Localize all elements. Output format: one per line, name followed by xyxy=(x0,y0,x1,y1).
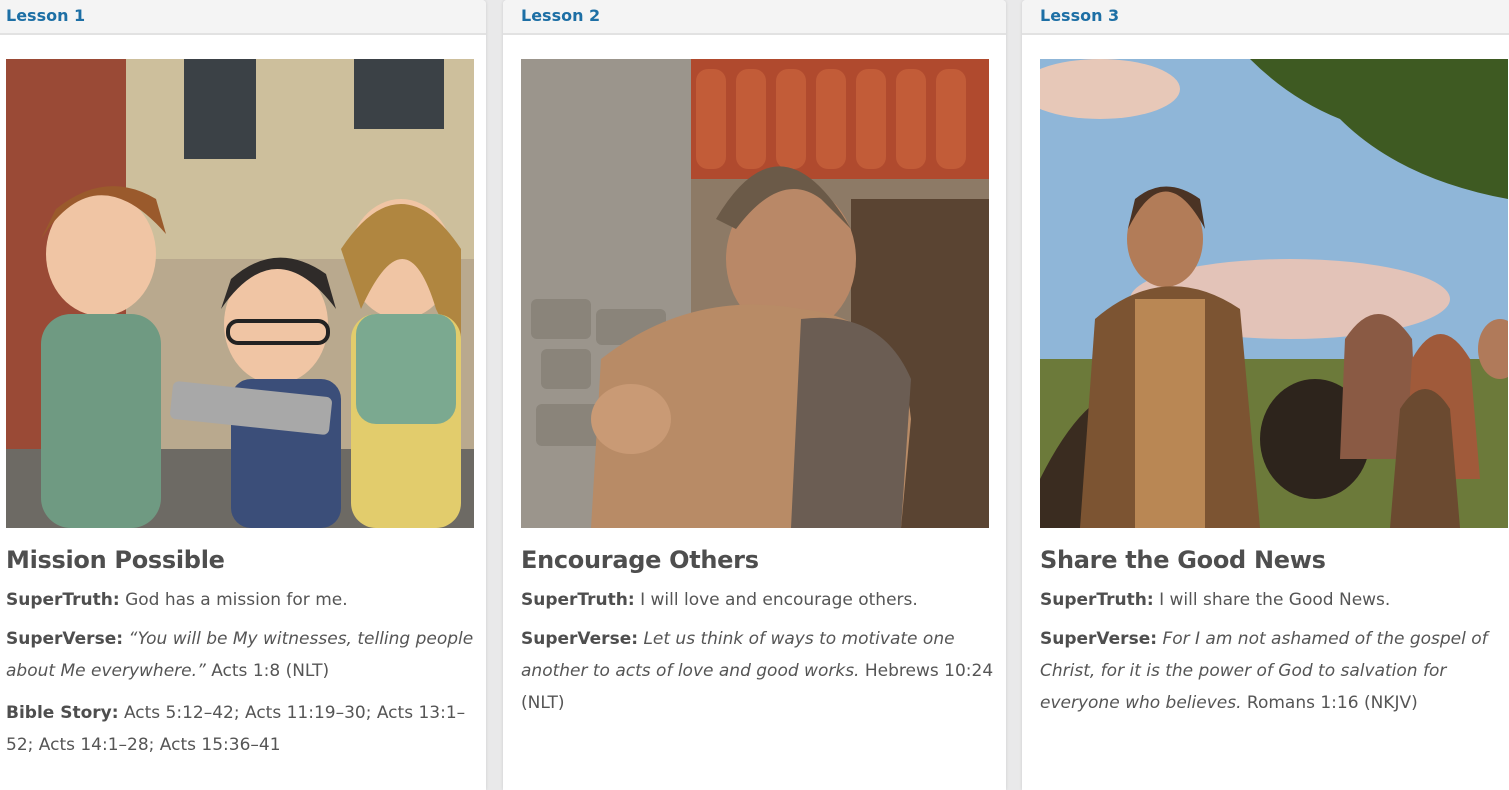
lesson-1-bible-story: Bible Story: Acts 5:12–42; Acts 11:19–30… xyxy=(6,697,480,761)
supertruth-label: SuperTruth: xyxy=(6,590,120,610)
lesson-card-3: Lesson 3 Share the Good News SuperTruth: xyxy=(1022,0,1509,790)
lesson-card-2: Lesson 2 Encourage Others SuperTruth: I … xyxy=(503,0,1006,790)
superverse-label: SuperVerse: xyxy=(521,629,639,649)
lesson-tab-1[interactable]: Lesson 1 xyxy=(0,0,486,35)
supertruth-text: I will love and encourage others. xyxy=(640,590,918,610)
lesson-3-supertruth: SuperTruth: I will share the Good News. xyxy=(1040,584,1509,616)
lesson-2-superverse: SuperVerse: Let us think of ways to moti… xyxy=(521,623,1000,719)
supertruth-text: God has a mission for me. xyxy=(125,590,348,610)
superverse-reference: Romans 1:16 (NKJV) xyxy=(1246,693,1418,713)
lesson-card-1: Lesson 1 Mission Possible SuperTruth: Go… xyxy=(0,0,486,790)
superverse-label: SuperVerse: xyxy=(6,629,124,649)
lesson-1-title: Mission Possible xyxy=(6,546,225,574)
lesson-1-superverse: SuperVerse: “You will be My witnesses, t… xyxy=(6,623,480,687)
lesson-tab-3[interactable]: Lesson 3 xyxy=(1022,0,1509,35)
lesson-2-supertruth: SuperTruth: I will love and encourage ot… xyxy=(521,584,1000,616)
man-speaking-illustration xyxy=(1040,59,1508,528)
lesson-3-details: Share the Good News SuperTruth: I will s… xyxy=(1040,543,1509,729)
supertruth-text: I will share the Good News. xyxy=(1159,590,1391,610)
lesson-1-details: Mission Possible SuperTruth: God has a m… xyxy=(6,543,480,771)
superverse-label: SuperVerse: xyxy=(1040,629,1158,649)
lesson-2-title: Encourage Others xyxy=(521,546,759,574)
kids-tablet-illustration xyxy=(6,59,474,528)
men-embracing-illustration xyxy=(521,59,989,528)
bible-story-label: Bible Story: xyxy=(6,703,119,723)
supertruth-label: SuperTruth: xyxy=(1040,590,1154,610)
lesson-2-details: Encourage Others SuperTruth: I will love… xyxy=(521,543,1000,729)
lesson-3-title: Share the Good News xyxy=(1040,546,1326,574)
lesson-3-superverse: SuperVerse: For I am not ashamed of the … xyxy=(1040,623,1509,719)
lesson-1-image[interactable] xyxy=(6,59,474,528)
superverse-reference: Acts 1:8 (NLT) xyxy=(211,661,330,681)
lesson-1-supertruth: SuperTruth: God has a mission for me. xyxy=(6,584,480,616)
lesson-3-image[interactable] xyxy=(1040,59,1508,528)
lesson-tab-2[interactable]: Lesson 2 xyxy=(503,0,1006,35)
supertruth-label: SuperTruth: xyxy=(521,590,635,610)
lesson-2-image[interactable] xyxy=(521,59,989,528)
